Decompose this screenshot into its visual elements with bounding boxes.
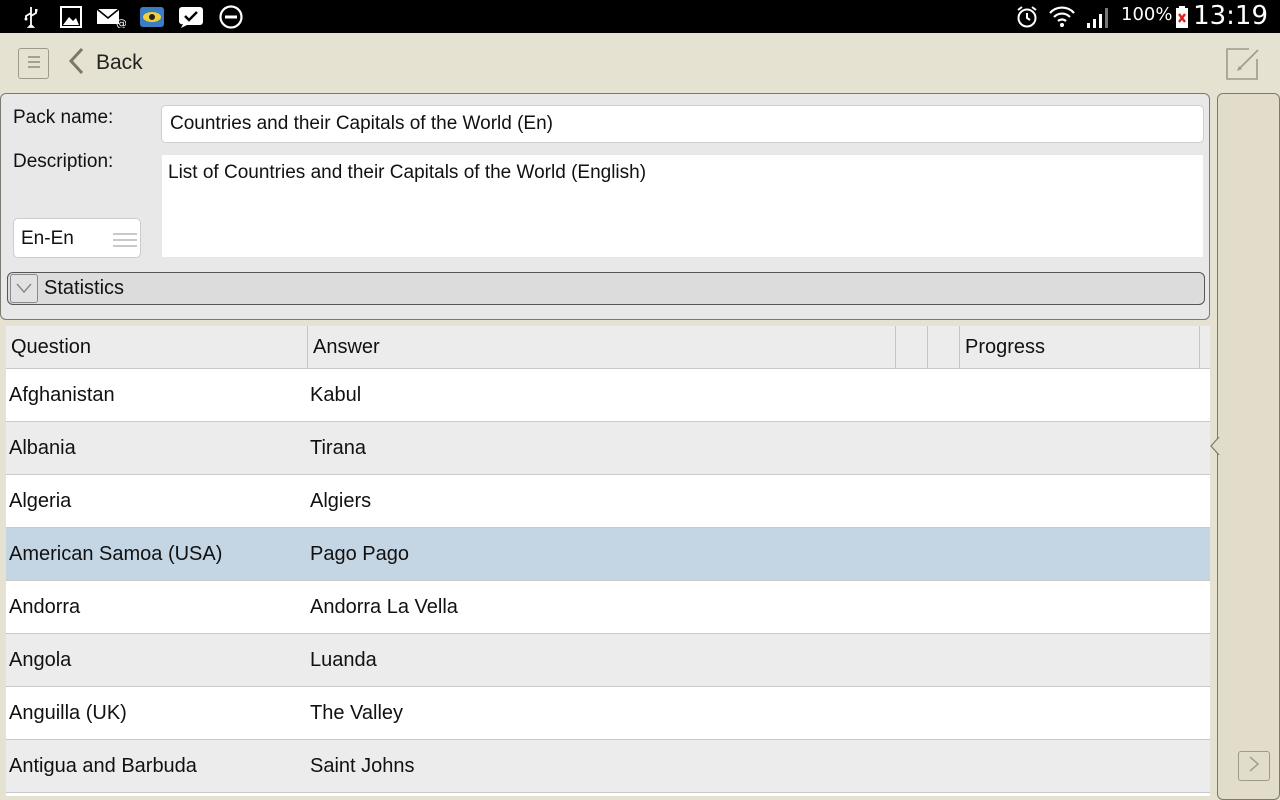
battery-icon: [1173, 5, 1191, 29]
back-label: Back: [96, 51, 143, 74]
table-row[interactable]: Andorra Andorra La Vella: [6, 581, 1210, 634]
mail-icon: @: [96, 5, 126, 29]
question-cell: American Samoa (USA): [9, 543, 223, 565]
cards-table: Question Answer Progress Afghanistan Kabu…: [6, 326, 1210, 796]
eye-app-icon: [139, 5, 165, 29]
check-bubble-icon: [177, 5, 205, 29]
svg-text:@: @: [116, 17, 126, 28]
menu-button[interactable]: [18, 48, 49, 79]
signal-icon: [1084, 5, 1112, 29]
chevron-left-icon: [66, 47, 86, 79]
pack-name-field[interactable]: Countries and their Capitals of the Worl…: [161, 105, 1204, 143]
description-field[interactable]: List of Countries and their Capitals of …: [161, 154, 1204, 258]
answer-cell: Tirana: [310, 437, 366, 459]
answer-cell: Kabul: [310, 384, 362, 406]
table-row[interactable]: Angola Luanda: [6, 634, 1210, 687]
menu-icon: [27, 54, 41, 73]
pack-name-label: Pack name:: [13, 107, 114, 128]
question-cell: Angola: [9, 649, 72, 671]
wifi-icon: [1048, 5, 1076, 29]
column-header-blank-1[interactable]: [896, 326, 928, 369]
table-row[interactable]: Afghanistan Kabul: [6, 369, 1210, 422]
chevron-down-icon: [15, 279, 33, 298]
answer-cell: Algiers: [310, 490, 372, 512]
description-label: Description:: [13, 151, 114, 172]
toolbar: Back: [0, 33, 1280, 93]
usb-icon: [22, 5, 40, 29]
do-not-disturb-icon: [218, 5, 244, 29]
table-body: Afghanistan Kabul Albania Tirana Algeria Algi…: [6, 369, 1210, 793]
column-header-progress[interactable]: Progress: [960, 326, 1200, 369]
statistics-section[interactable]: Statistics: [7, 272, 1205, 305]
column-header-answer[interactable]: Answer: [308, 326, 896, 369]
question-cell: Andorra: [9, 596, 81, 618]
edit-icon: [1225, 48, 1261, 85]
pack-details-panel: Pack name: Countries and their Capitals …: [0, 93, 1210, 320]
question-cell: Antigua and Barbuda: [9, 755, 197, 777]
side-panel: [1210, 93, 1280, 800]
table-row[interactable]: Antigua and Barbuda Saint Johns: [6, 740, 1210, 793]
dropdown-handle-icon: [113, 232, 137, 247]
column-header-question[interactable]: Question: [6, 326, 308, 369]
answer-cell: Saint Johns: [310, 755, 415, 777]
statistics-label: Statistics: [44, 277, 125, 299]
next-button[interactable]: [1238, 751, 1270, 781]
table-row[interactable]: Albania Tirana: [6, 422, 1210, 475]
table-row[interactable]: American Samoa (USA) Pago Pago: [6, 528, 1210, 581]
answer-cell: Luanda: [310, 649, 377, 671]
question-cell: Anguilla (UK): [9, 702, 127, 724]
language-select[interactable]: En-En: [13, 218, 141, 258]
question-cell: Afghanistan: [9, 384, 115, 406]
answer-cell: Pago Pago: [310, 543, 409, 565]
question-cell: Algeria: [9, 490, 72, 512]
table-header: Question Answer Progress: [6, 326, 1210, 369]
question-cell: Albania: [9, 437, 76, 459]
alarm-icon: [1014, 5, 1040, 29]
statistics-toggle[interactable]: [10, 274, 38, 303]
image-icon: [59, 5, 83, 29]
language-value: En-En: [21, 228, 74, 249]
table-row[interactable]: Algeria Algiers: [6, 475, 1210, 528]
status-bar: @ 100% 13:19: [0, 0, 1280, 33]
answer-cell: Andorra La Vella: [310, 596, 458, 618]
chevron-right-icon: [1248, 755, 1260, 777]
clock: 13:19: [1193, 1, 1268, 31]
edit-button[interactable]: [1225, 45, 1261, 81]
table-row[interactable]: Anguilla (UK) The Valley: [6, 687, 1210, 740]
column-header-blank-2[interactable]: [928, 326, 960, 369]
battery-percent: 100%: [1121, 4, 1173, 25]
answer-cell: The Valley: [310, 702, 404, 724]
panel-notch-icon: [1209, 436, 1223, 456]
back-button[interactable]: Back: [66, 46, 143, 80]
